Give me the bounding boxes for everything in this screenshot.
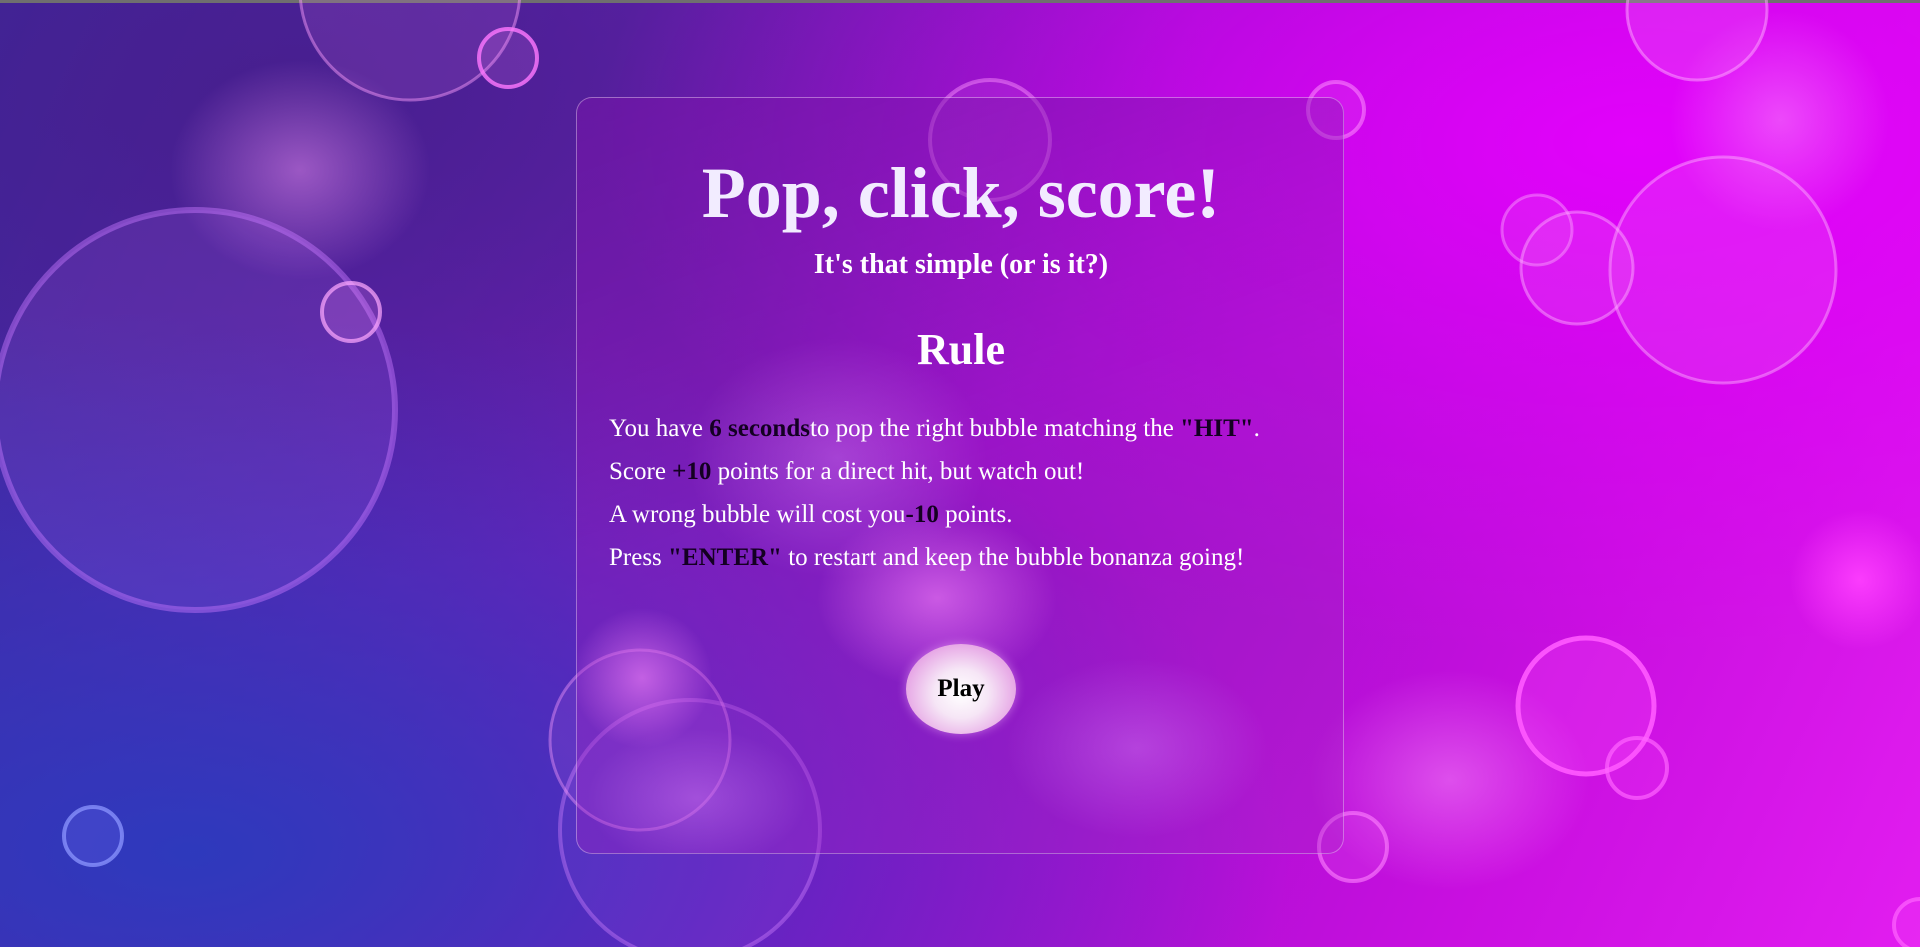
rule-heading: Rule <box>917 325 1005 374</box>
plus-points-highlight: +10 <box>672 458 712 485</box>
rule-text: Score <box>609 458 673 485</box>
rules-text: You have 6 secondsto pop the right bubbl… <box>609 407 1329 579</box>
time-limit-highlight: 6 seconds <box>709 415 810 442</box>
background-bubble <box>477 27 539 89</box>
minus-points-highlight: -10 <box>905 501 939 528</box>
rule-line-score: Score +10 points for a direct hit, but w… <box>609 450 1329 493</box>
rule-line-time: You have 6 secondsto pop the right bubbl… <box>609 407 1329 450</box>
enter-key-highlight: "ENTER" <box>668 544 782 571</box>
background-bubble <box>1892 897 1920 947</box>
rule-text: Press <box>609 544 669 571</box>
rule-text: A wrong bubble will cost you <box>609 501 906 528</box>
page-subtitle: It's that simple (or is it?) <box>813 249 1109 280</box>
rules-card: Pop, click, score! It's that simple (or … <box>576 97 1344 854</box>
rule-text: to restart and keep the bubble bonanza g… <box>781 544 1245 571</box>
rule-text: points. <box>938 501 1013 528</box>
background-glow <box>1790 510 1920 650</box>
background-bubble <box>1608 155 1838 385</box>
rule-text: You have <box>609 415 710 442</box>
rule-line-restart: Press "ENTER" to restart and keep the bu… <box>609 536 1329 579</box>
play-button[interactable]: Play <box>906 644 1016 734</box>
background-bubble <box>1500 193 1574 267</box>
background-bubble <box>320 281 382 343</box>
rule-text: . <box>1253 415 1260 442</box>
background-bubble <box>0 207 398 613</box>
background-bubble <box>62 805 124 867</box>
hit-word-highlight: "HIT" <box>1180 415 1254 442</box>
rule-line-penalty: A wrong bubble will cost you-10 points. <box>609 493 1329 536</box>
page-title: Pop, click, score! <box>701 153 1221 233</box>
rule-text: to pop the right bubble matching the <box>809 415 1181 442</box>
rule-text: points for a direct hit, but watch out! <box>711 458 1085 485</box>
background-bubble <box>1605 736 1669 800</box>
